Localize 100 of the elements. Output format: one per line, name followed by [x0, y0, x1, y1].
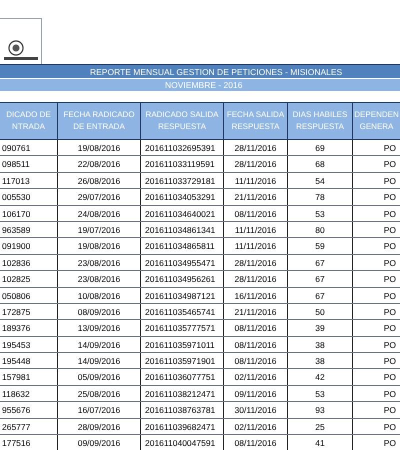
table-cell: 189376: [0, 320, 58, 336]
report-title: REPORTE MENSUAL GESTION DE PETICIONES - MISIONALES: [0, 64, 400, 78]
table-cell: 67: [288, 288, 353, 303]
table-cell: 21/11/2016: [224, 189, 288, 205]
table-cell-text: PO: [382, 437, 397, 450]
table-cell: 13/09/2016: [58, 320, 141, 336]
table-cell: 106170: [0, 206, 58, 221]
column-header: DEPENDEN GENERA: [353, 109, 400, 133]
table-cell: 201611033119591: [141, 156, 224, 172]
table-cell: 39: [288, 320, 353, 336]
table-cell: 08/09/2016: [58, 304, 141, 320]
table-cell: 201611034865811: [141, 238, 224, 254]
table-cell: 08/11/2016: [224, 206, 288, 221]
table-cell: 102825: [0, 271, 58, 287]
table-cell: 08/11/2016: [224, 353, 288, 368]
table-cell: 201611040047591: [141, 435, 224, 450]
table-cell: 78: [288, 189, 353, 205]
table-cell: 19/08/2016: [58, 238, 141, 254]
table-cell: 201611035465741: [141, 304, 224, 320]
table-cell-text: PO: [382, 338, 397, 352]
column-header: FECHA SALIDA RESPUESTA: [224, 103, 288, 139]
table-cell: 25: [288, 418, 353, 434]
table-cell: 16/11/2016: [224, 288, 288, 303]
table-cell: 30/11/2016: [224, 402, 288, 418]
table-cell: 41: [288, 435, 353, 450]
table-cell: 090761: [0, 140, 58, 156]
table-cell: 201611038212471: [141, 386, 224, 402]
table-cell: 201611035971901: [141, 353, 224, 368]
table-cell: 28/11/2016: [224, 156, 288, 172]
table-cell: 14/09/2016: [58, 353, 141, 368]
table-cell: 29/07/2016: [58, 189, 141, 205]
table-cell: 195448: [0, 353, 58, 368]
table-cell: 19/07/2016: [58, 222, 141, 238]
table-cell: 54: [288, 172, 353, 188]
table-cell: 201611039682471: [141, 418, 224, 434]
table-cell: 102836: [0, 254, 58, 270]
table-cell: 201611034640021: [141, 206, 224, 221]
emblem-drawing: [4, 40, 38, 62]
table-cell: 53: [288, 206, 353, 221]
table-cell: 28/09/2016: [58, 418, 141, 434]
table-cell: 25/08/2016: [58, 386, 141, 402]
table-cell: 38: [288, 336, 353, 352]
table-cell: 22/08/2016: [58, 156, 141, 172]
column-header: FECHA RADICADO DE ENTRADA: [58, 103, 141, 139]
table-cell: 21/11/2016: [224, 304, 288, 320]
table-cell: 67: [288, 271, 353, 287]
table-cell: 50: [288, 304, 353, 320]
column-header: DICADO DE NTRADA: [0, 103, 58, 139]
table-cell: 59: [288, 238, 353, 254]
table-cell: 19/08/2016: [58, 140, 141, 156]
table-cell-text: PO: [382, 355, 397, 368]
table-cell: 28/11/2016: [224, 254, 288, 270]
table-cell-text: PO: [382, 174, 397, 188]
table-cell-text: PO: [382, 273, 397, 286]
table-cell: 201611034956261: [141, 271, 224, 287]
table-cell: 177516: [0, 435, 58, 450]
table-cell: 02/11/2016: [224, 369, 288, 385]
table-cell: 201611035971011: [141, 336, 224, 352]
table-cell: 08/11/2016: [224, 336, 288, 352]
table-cell: 42: [288, 369, 353, 385]
table-cell: 005530: [0, 189, 58, 205]
table-cell-text: PO: [382, 158, 397, 172]
table-cell: 955676: [0, 402, 58, 418]
table-cell: 091900: [0, 238, 58, 254]
table-cell: 201611034861341: [141, 222, 224, 238]
table-cell-text: PO: [382, 224, 397, 237]
table-cell: 08/11/2016: [224, 435, 288, 450]
table-cell-text: PO: [382, 191, 397, 204]
table-cell: 201611034987121: [141, 288, 224, 303]
report-period: NOVIEMBRE - 2016: [0, 79, 400, 91]
table-cell: 28/11/2016: [224, 140, 288, 156]
table-cell: 201611034955471: [141, 254, 224, 270]
table-cell: 172875: [0, 304, 58, 320]
table-cell-text: PO: [382, 371, 397, 384]
table-cell: 28/11/2016: [224, 271, 288, 287]
column-header: RADICADO SALIDA RESPUESTA: [141, 103, 224, 139]
table-cell-text: PO: [382, 142, 397, 155]
table-cell: 201611038763781: [141, 402, 224, 418]
table-cell: 11/11/2016: [224, 172, 288, 188]
table-cell: 157981: [0, 369, 58, 385]
table-cell: 11/11/2016: [224, 238, 288, 254]
table-cell: 93: [288, 402, 353, 418]
table-cell: 38: [288, 353, 353, 368]
table-cell-text: PO: [382, 240, 397, 254]
table-cell: 201611035777571: [141, 320, 224, 336]
table-cell: 098511: [0, 156, 58, 172]
table-cell: 963589: [0, 222, 58, 238]
table-cell: 09/11/2016: [224, 386, 288, 402]
table-cell: 68: [288, 156, 353, 172]
table-cell: 201611034053291: [141, 189, 224, 205]
table-cell: 195453: [0, 336, 58, 352]
table-cell: 23/08/2016: [58, 254, 141, 270]
table-cell: 02/11/2016: [224, 418, 288, 434]
table-cell-text: PO: [382, 306, 397, 319]
table-cell: 10/08/2016: [58, 288, 141, 303]
table-cell: 08/11/2016: [224, 320, 288, 336]
table-cell: 26/08/2016: [58, 172, 141, 188]
table-cell: 050806: [0, 288, 58, 303]
table-cell: 67: [288, 254, 353, 270]
table-cell: 16/07/2016: [58, 402, 141, 418]
